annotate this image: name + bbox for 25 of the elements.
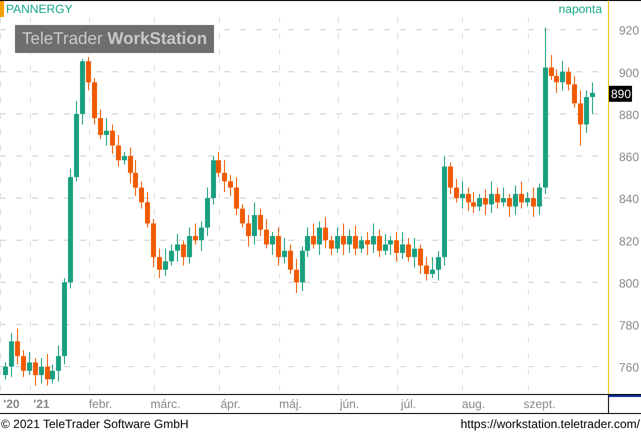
date-axis-label: szept. [524, 397, 556, 411]
price-axis-label: 800 [618, 276, 639, 290]
price-axis-label: 840 [618, 192, 639, 206]
date-axis-label: aug. [462, 397, 486, 411]
date-axis-label: márc. [150, 397, 180, 411]
watermark-logo: TeleTrader WorkStation [15, 25, 214, 53]
price-axis-label: 900 [618, 66, 639, 80]
price-axis-label: 760 [618, 360, 639, 375]
date-axis-label: jún. [340, 397, 360, 411]
date-axis-label: ápr. [220, 397, 240, 411]
interval-label: naponta [558, 2, 602, 16]
website-link[interactable]: https://workstation.teletrader.com/ [460, 417, 640, 431]
price-axis-label: 780 [618, 318, 639, 332]
price-axis-label: 880 [618, 108, 639, 122]
price-axis-label: 820 [618, 234, 639, 248]
date-axis-label: '20 [3, 397, 20, 411]
date-axis-label: máj. [279, 397, 302, 411]
symbol-label: PANNERGY [6, 2, 72, 16]
price-axis-label: 860 [618, 150, 639, 164]
date-axis-label: febr. [88, 397, 112, 411]
date-axis-label: júl. [400, 397, 416, 411]
date-axis-label: '21 [33, 397, 50, 411]
price-axis-label: 920 [618, 24, 639, 38]
copyright-text: © 2021 TeleTrader Software GmbH [1, 417, 189, 431]
price-badge: 890 [609, 86, 632, 102]
